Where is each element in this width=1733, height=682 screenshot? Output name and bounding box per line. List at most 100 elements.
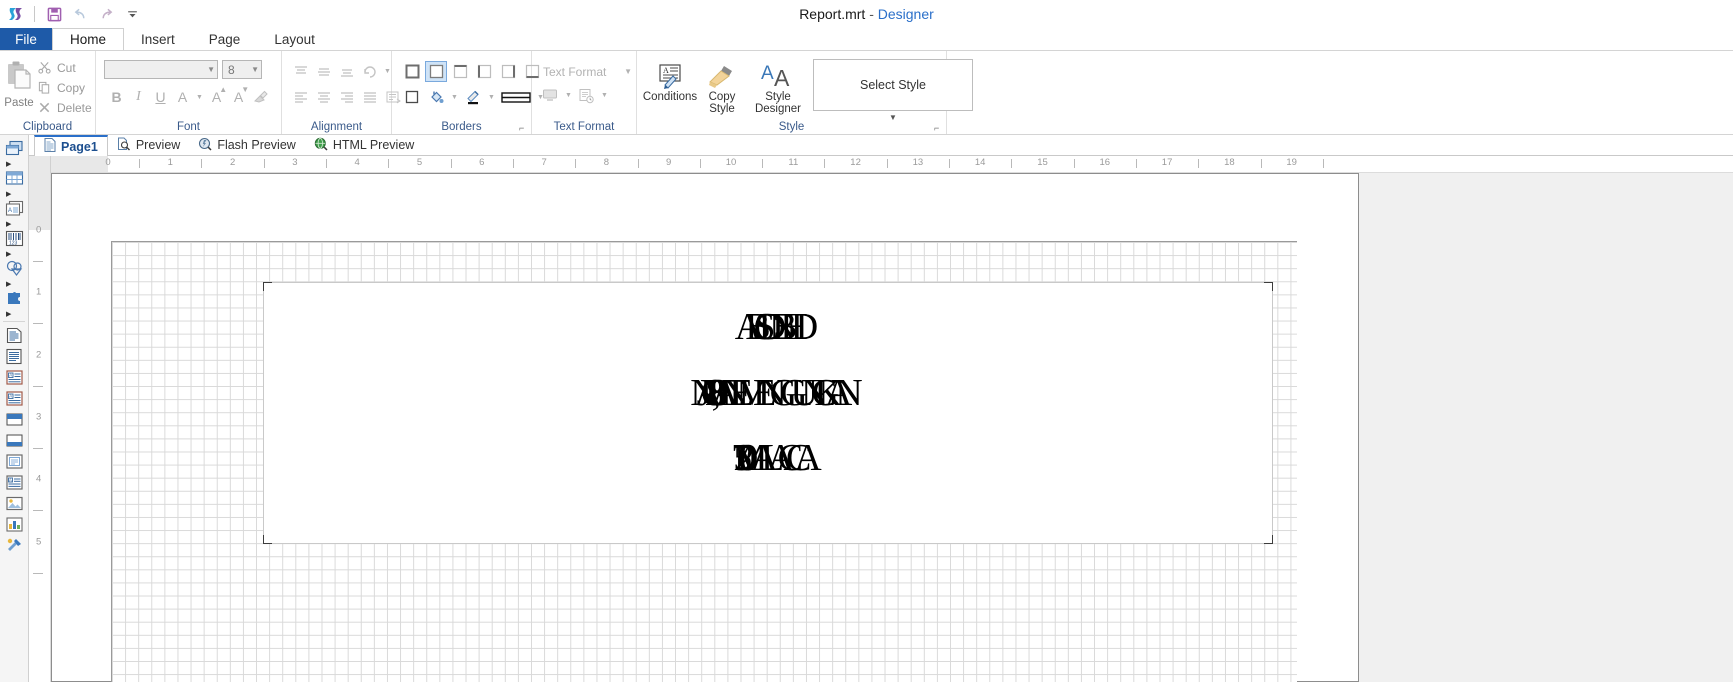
font-name-combo[interactable]: ▼ <box>104 60 218 79</box>
report-page[interactable]: ABC SDN BHD NO 1888, JALAN TEMENGGUNG KA… <box>111 241 1297 682</box>
panel-tool[interactable] <box>2 409 26 430</box>
table-tool[interactable]: A <box>2 472 26 493</box>
align-right-icon[interactable] <box>336 87 357 106</box>
band-corner-top-right[interactable] <box>1264 282 1273 291</box>
report-text-line-2[interactable]: NO 1888, JALAN TEMENGGUNG KAN <box>264 371 1272 415</box>
band-corner-bottom-right[interactable] <box>1264 535 1273 544</box>
ribbon-tab-home[interactable]: Home <box>52 28 125 50</box>
cross-bands-tool[interactable] <box>2 168 26 189</box>
border-none-icon[interactable] <box>425 61 447 82</box>
shrink-font-button[interactable]: A ▼ <box>228 85 249 107</box>
border-right-icon[interactable] <box>497 61 519 82</box>
borders-dialog-launcher[interactable]: ⌐ <box>519 123 529 133</box>
tab-page1[interactable]: Page1 <box>34 135 108 156</box>
font-size-combo[interactable]: 8 ▼ <box>222 60 262 79</box>
save-button[interactable] <box>43 3 65 25</box>
ribbon-tab-layout[interactable]: Layout <box>257 28 332 50</box>
footer-panel-tool[interactable] <box>2 430 26 451</box>
ribbon-tab-page[interactable]: Page <box>192 28 258 50</box>
report-text-line-3[interactable]: 75200 MALACCA <box>264 436 1272 480</box>
containers-tool[interactable]: A <box>2 198 26 219</box>
copy-button[interactable]: Copy <box>34 79 95 96</box>
copy-style-button[interactable]: Copy Style <box>697 59 747 115</box>
options-tool[interactable] <box>2 535 26 556</box>
band-corner-bottom-left[interactable] <box>263 535 272 544</box>
ribbon-tab-insert[interactable]: Insert <box>124 28 192 50</box>
components-tool[interactable] <box>2 288 26 309</box>
canvas-scroll-area[interactable]: ABC SDN BHD NO 1888, JALAN TEMENGGUNG KA… <box>51 173 1733 682</box>
barcode-tool-expander[interactable]: ▶ <box>3 249 25 258</box>
ruler-v-margin-shade <box>29 173 50 230</box>
fill-color-icon[interactable] <box>425 87 447 108</box>
horizontal-ruler[interactable]: 0 1 2 3 4 5 6 7 8 9 10 11 12 13 14 15 16 17 18 19 <box>51 156 1733 173</box>
tab-flash-preview[interactable]: Flash Preview <box>189 135 305 155</box>
align-center-icon[interactable] <box>313 87 334 106</box>
format-datetime-icon[interactable] <box>576 86 597 105</box>
align-justify-icon[interactable] <box>359 87 380 106</box>
bands-tool[interactable] <box>2 138 26 159</box>
tab-preview[interactable]: Preview <box>108 135 189 155</box>
paste-button[interactable]: Paste <box>4 56 34 109</box>
align-bottom-icon[interactable] <box>336 62 357 81</box>
cut-button[interactable]: Cut <box>34 59 95 76</box>
ruler-v-tick <box>33 510 43 512</box>
clear-formatting-icon[interactable] <box>250 87 271 107</box>
chevron-down-icon[interactable]: ▼ <box>194 94 205 101</box>
font-color-button[interactable]: A <box>172 87 193 107</box>
ruler-h-label: 8 <box>603 157 610 168</box>
border-outside-icon[interactable] <box>401 87 423 108</box>
barcode-tool[interactable]: 123 <box>2 228 26 249</box>
rich-text-tool[interactable] <box>2 346 26 367</box>
ribbon-tab-file[interactable]: File <box>0 28 52 50</box>
bold-button[interactable]: B <box>106 87 127 107</box>
bands-tool-expander[interactable]: ▶ <box>3 159 25 168</box>
text-rotation-icon[interactable] <box>359 62 380 81</box>
components-tool-expander[interactable]: ▶ <box>3 309 25 318</box>
underline-button[interactable]: U <box>150 87 171 107</box>
text-tool[interactable] <box>2 325 26 346</box>
ruler-h-label: 16 <box>1099 157 1111 168</box>
cross-bands-tool-expander[interactable]: ▶ <box>3 189 25 198</box>
tab-html-preview[interactable]: HTML Preview <box>305 135 424 155</box>
conditions-button[interactable]: A Conditions <box>643 59 697 103</box>
customize-qat-button[interactable] <box>121 3 143 25</box>
style-dialog-launcher[interactable]: ⌐ <box>934 123 944 133</box>
containers-tool-expander[interactable]: ▶ <box>3 219 25 228</box>
chart-tool[interactable] <box>2 514 26 535</box>
data-band-tool[interactable]: A <box>2 367 26 388</box>
format-display-icon[interactable] <box>540 86 561 105</box>
vertical-ruler[interactable]: 0 1 2 3 4 5 <box>29 173 51 682</box>
redo-button[interactable] <box>95 3 117 25</box>
text-format-combo[interactable]: Text Format ▼ <box>540 62 632 81</box>
ruler-h-tick <box>512 159 514 168</box>
border-top-icon[interactable] <box>449 61 471 82</box>
italic-button[interactable]: I <box>128 87 149 107</box>
report-title-band[interactable]: ABC SDN BHD NO 1888, JALAN TEMENGGUNG KA… <box>263 282 1273 544</box>
shapes-tool[interactable] <box>2 258 26 279</box>
align-left-icon[interactable] <box>290 87 311 106</box>
border-color-icon[interactable] <box>462 87 484 108</box>
chevron-down-icon[interactable]: ▼ <box>449 94 460 101</box>
border-left-icon[interactable] <box>473 61 495 82</box>
ruler-h-label: 13 <box>912 157 924 168</box>
image-tool[interactable] <box>2 493 26 514</box>
style-designer-button[interactable]: A A Style Designer <box>749 59 807 115</box>
delete-button[interactable]: Delete <box>34 99 95 116</box>
select-style-label: Select Style <box>859 78 926 92</box>
shapes-tool-expander[interactable]: ▶ <box>3 279 25 288</box>
undo-button[interactable] <box>69 3 91 25</box>
grow-font-button[interactable]: A ▲ <box>206 85 227 107</box>
chevron-down-icon[interactable]: ▼ <box>563 92 574 99</box>
report-text-line-1[interactable]: ABC SDN BHD <box>264 305 1272 349</box>
chevron-down-icon[interactable]: ▼ <box>599 92 610 99</box>
select-style-gallery[interactable]: Select Style ▼ <box>813 59 973 122</box>
title-bar: Report.mrt - Designer <box>0 0 1733 28</box>
subreport-tool[interactable] <box>2 451 26 472</box>
chevron-down-icon[interactable]: ▼ <box>486 94 497 101</box>
border-style-icon[interactable] <box>499 87 533 108</box>
band-corner-top-left[interactable] <box>263 282 272 291</box>
border-all-icon[interactable] <box>401 61 423 82</box>
align-middle-icon[interactable] <box>313 62 334 81</box>
align-top-icon[interactable] <box>290 62 311 81</box>
header-band-tool[interactable]: A <box>2 388 26 409</box>
